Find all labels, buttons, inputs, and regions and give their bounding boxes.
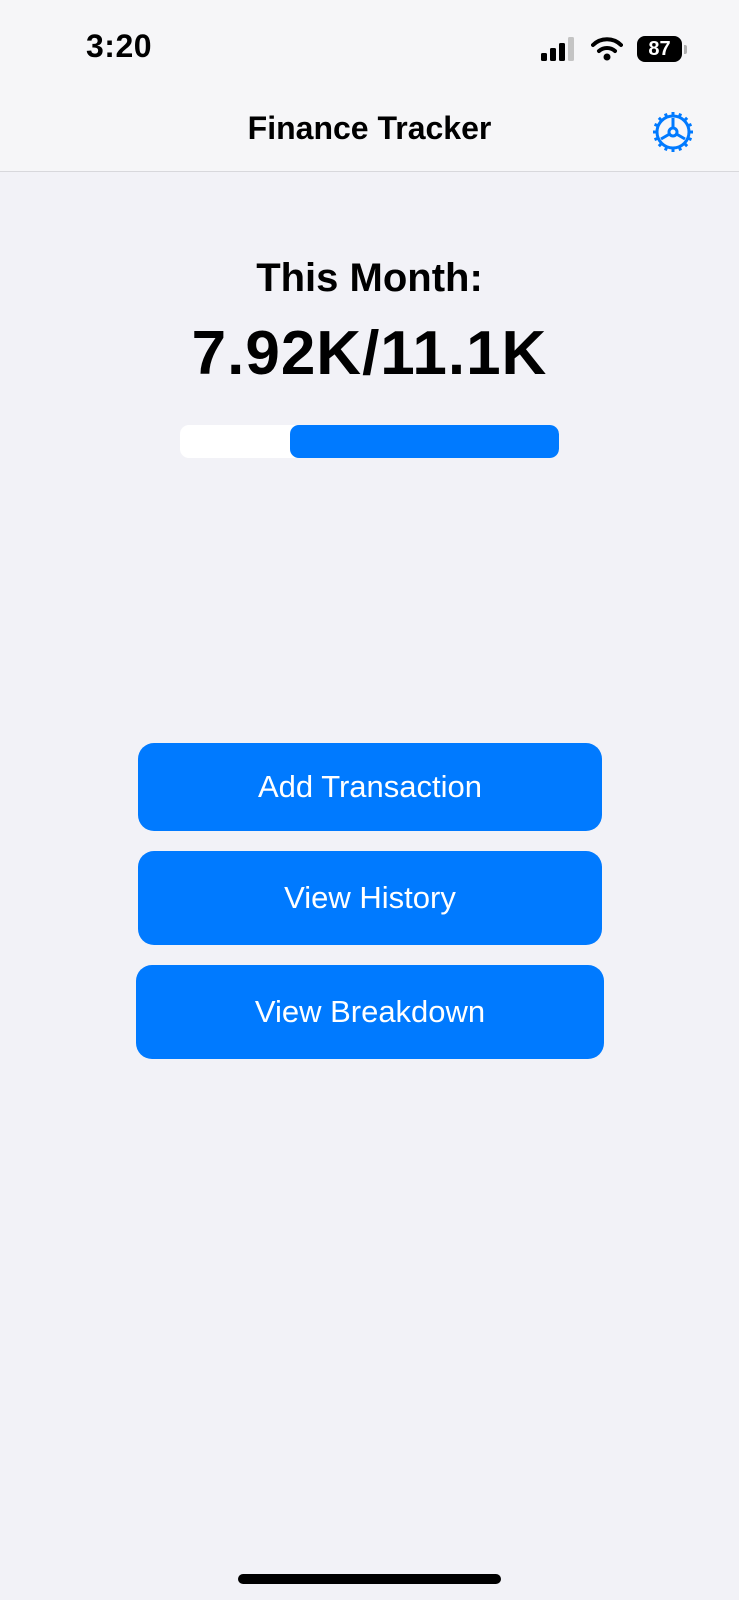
settings-button[interactable] [649, 108, 697, 156]
battery-icon: 87 [637, 36, 687, 62]
battery-level: 87 [637, 36, 683, 62]
view-breakdown-button[interactable]: View Breakdown [136, 965, 604, 1059]
page-title: Finance Tracker [247, 110, 492, 146]
add-transaction-button[interactable]: Add Transaction [138, 743, 602, 831]
home-indicator [238, 1574, 501, 1584]
view-history-button[interactable]: View History [138, 851, 602, 945]
navigation-bar: Finance Tracker [0, 96, 739, 172]
budget-progress-bar [180, 425, 559, 458]
summary-amount: 7.92K/11.1K [191, 319, 548, 388]
status-icons: 87 [541, 34, 687, 64]
gear-icon [653, 112, 693, 152]
summary-label: This Month: [256, 256, 483, 300]
battery-cap [684, 44, 687, 54]
status-bar: 3:20 87 [0, 0, 739, 96]
status-time: 3:20 [86, 28, 153, 64]
wifi-icon [591, 37, 623, 61]
cellular-signal-icon [541, 37, 574, 61]
budget-progress-fill [289, 425, 559, 458]
